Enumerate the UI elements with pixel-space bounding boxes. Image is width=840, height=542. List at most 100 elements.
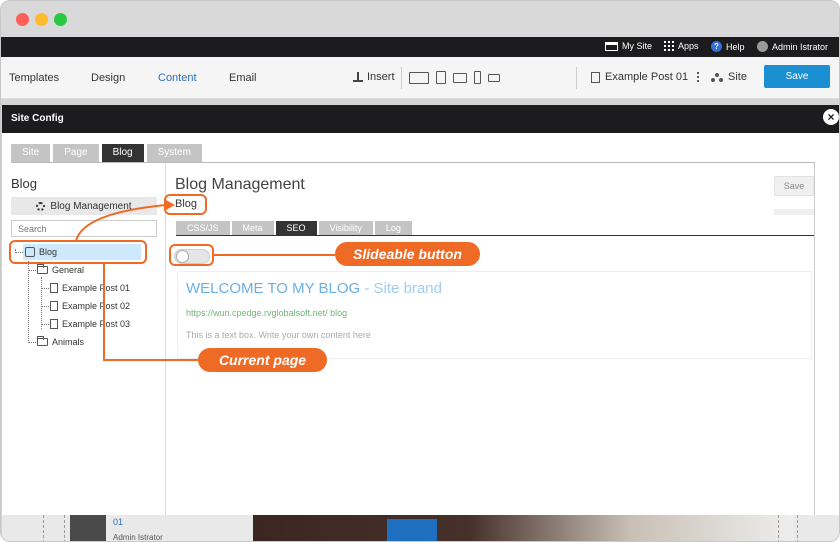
panel-save-placeholder bbox=[774, 209, 814, 215]
toggle-highlight bbox=[169, 244, 214, 266]
current-page-highlight bbox=[9, 240, 147, 264]
search-input[interactable] bbox=[11, 220, 157, 237]
blog-management-button[interactable]: Blog Management bbox=[11, 197, 157, 215]
tree-node-label: Example Post 01 bbox=[62, 283, 131, 293]
tab-blog[interactable]: Blog bbox=[101, 144, 144, 162]
preview-title: WELCOME TO MY BLOG - Site brand bbox=[186, 280, 442, 297]
tree-node-general[interactable]: General bbox=[37, 264, 85, 275]
tablet-landscape-icon[interactable] bbox=[453, 72, 467, 83]
tree-connector bbox=[41, 277, 42, 329]
close-window-button[interactable] bbox=[16, 13, 29, 26]
tab-seo[interactable]: SEO bbox=[275, 221, 317, 235]
tree-node-label: Example Post 03 bbox=[62, 319, 131, 329]
panel-right-border bbox=[814, 163, 815, 515]
tree-node-animals[interactable]: Animals bbox=[37, 336, 85, 347]
tree-node-post-03[interactable]: Example Post 03 bbox=[50, 319, 130, 329]
settings-subtabs: CSS/JS Meta SEO Visibility Log bbox=[176, 221, 412, 235]
page-icon bbox=[50, 283, 58, 293]
help-link[interactable]: ? Help bbox=[711, 41, 745, 52]
more-options-icon[interactable] bbox=[697, 72, 700, 82]
subtabs-divider bbox=[176, 235, 814, 236]
help-label: Help bbox=[726, 41, 745, 52]
nav-email[interactable]: Email bbox=[229, 72, 257, 84]
my-site-link[interactable]: My Site bbox=[605, 41, 652, 51]
tablet-icon[interactable] bbox=[436, 71, 446, 84]
tree-node-post-02[interactable]: Example Post 02 bbox=[50, 301, 130, 311]
folder-icon bbox=[37, 336, 48, 346]
close-icon[interactable]: × bbox=[823, 109, 839, 125]
background-page-content: 01 Admin Istrator bbox=[2, 515, 839, 542]
tab-meta[interactable]: Meta bbox=[231, 221, 274, 235]
apps-label: Apps bbox=[678, 41, 699, 51]
minimize-window-button[interactable] bbox=[35, 13, 48, 26]
tree-connector bbox=[28, 342, 36, 343]
mobile-icon[interactable] bbox=[474, 71, 481, 84]
tree-connector bbox=[28, 261, 29, 341]
nav-design[interactable]: Design bbox=[91, 72, 125, 84]
blog-management-label: Blog Management bbox=[50, 200, 132, 212]
tree-connector bbox=[28, 270, 36, 271]
preview-description: This is a text box. Write your own conte… bbox=[186, 330, 371, 340]
current-page-selector[interactable]: Example Post 01 bbox=[591, 71, 700, 83]
preview-brand-text: - Site brand bbox=[360, 280, 442, 297]
blog-sidebar: Blog Blog Management Blog General bbox=[2, 163, 166, 515]
guide-line bbox=[43, 515, 44, 541]
tree-connector bbox=[41, 306, 49, 307]
hero-image-detail bbox=[387, 519, 437, 541]
panel-save-button[interactable]: Save bbox=[774, 176, 814, 196]
nav-content[interactable]: Content bbox=[158, 72, 197, 84]
maximize-window-button[interactable] bbox=[54, 13, 67, 26]
tree-node-label: Animals bbox=[52, 337, 85, 347]
folder-icon bbox=[37, 264, 48, 274]
avatar bbox=[757, 41, 768, 52]
apps-link[interactable]: Apps bbox=[664, 41, 699, 51]
sidebar-heading: Blog bbox=[11, 176, 38, 191]
config-tabs: Site Page Blog System bbox=[11, 144, 202, 162]
post-number: 01 bbox=[113, 517, 124, 527]
guide-line bbox=[797, 515, 798, 541]
blog-management-panel: Blog Management Blog Save CSS/JS Meta SE… bbox=[174, 163, 814, 515]
my-site-label: My Site bbox=[622, 41, 653, 51]
window-titlebar bbox=[1, 1, 839, 37]
save-button[interactable]: Save bbox=[764, 65, 830, 88]
toolbar-divider bbox=[576, 67, 577, 89]
admin-topbar: My Site Apps ? Help Admin Istrator bbox=[1, 37, 839, 57]
sitemap-icon bbox=[711, 72, 723, 82]
guide-line bbox=[778, 515, 779, 541]
post-author: Admin Istrator bbox=[113, 533, 163, 542]
tab-system[interactable]: System bbox=[146, 144, 202, 162]
gear-icon bbox=[36, 201, 46, 211]
tree-node-post-01[interactable]: Example Post 01 bbox=[50, 283, 130, 293]
tab-visibility[interactable]: Visibility bbox=[318, 221, 373, 235]
mobile-landscape-icon[interactable] bbox=[488, 73, 500, 82]
tree-connector bbox=[41, 324, 49, 325]
site-label: Site bbox=[728, 71, 747, 83]
modal-title: Site Config bbox=[11, 113, 64, 124]
page-icon bbox=[50, 319, 58, 329]
insert-button[interactable]: Insert bbox=[353, 71, 395, 83]
user-name: Admin Istrator bbox=[772, 41, 829, 52]
tree-node-label: General bbox=[52, 265, 85, 275]
panel-heading: Blog Management bbox=[175, 176, 305, 193]
insert-label: Insert bbox=[367, 71, 395, 83]
desktop-icon[interactable] bbox=[409, 71, 429, 84]
breadcrumb-highlight bbox=[164, 194, 207, 215]
user-menu[interactable]: Admin Istrator bbox=[757, 41, 828, 52]
document-icon bbox=[591, 71, 600, 83]
site-button[interactable]: Site bbox=[711, 71, 747, 83]
grid-icon bbox=[664, 41, 674, 51]
preview-url: https://wun.cpedge.rvglobalsoft.net/ blo… bbox=[186, 308, 348, 318]
tree-connector bbox=[41, 288, 49, 289]
preview-welcome-text: WELCOME TO MY BLOG bbox=[186, 280, 361, 297]
tab-page[interactable]: Page bbox=[53, 144, 99, 162]
tab-css-js[interactable]: CSS/JS bbox=[176, 221, 230, 235]
nav-templates[interactable]: Templates bbox=[9, 72, 59, 84]
tree-node-label: Example Post 02 bbox=[62, 301, 131, 311]
page-icon bbox=[50, 301, 58, 311]
editor-toolbar: Templates Design Content Email Insert Ex… bbox=[1, 57, 839, 99]
device-switcher bbox=[409, 71, 500, 84]
tab-site[interactable]: Site bbox=[11, 144, 51, 162]
tab-log[interactable]: Log bbox=[374, 221, 412, 235]
browser-icon bbox=[605, 41, 618, 51]
seo-preview: WELCOME TO MY BLOG - Site brand https://… bbox=[177, 271, 812, 359]
